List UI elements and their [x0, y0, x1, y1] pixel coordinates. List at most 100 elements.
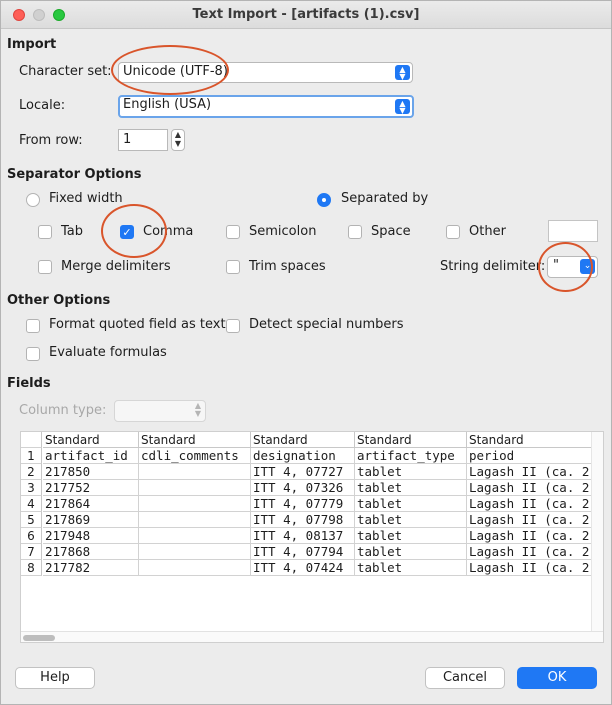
row-number: 7 [21, 544, 42, 560]
merge-delimiters-label: Merge delimiters [61, 259, 171, 274]
data-preview-grid[interactable]: Standard Standard Standard Standard Standard… [20, 431, 604, 643]
locale-select[interactable]: English (USA) ▲ ▼ [118, 95, 414, 118]
detect-special-checkbox[interactable] [226, 319, 240, 333]
chevron-down-icon: ⌄ [580, 259, 595, 274]
table-cell: 217850 [43, 464, 139, 480]
table-cell [139, 560, 251, 576]
horizontal-scroll-thumb[interactable] [23, 635, 55, 641]
row-number: 3 [21, 480, 42, 496]
comma-checkbox[interactable]: ✓ [120, 225, 134, 239]
tab-label: Tab [61, 224, 84, 239]
charset-label: Character set: [19, 64, 112, 79]
table-cell [139, 480, 251, 496]
table-cell: 217869 [43, 512, 139, 528]
column-header[interactable]: Standard [467, 432, 603, 448]
charset-select[interactable]: Unicode (UTF-8) ▲ ▼ [118, 62, 413, 83]
trim-spaces-checkbox[interactable] [226, 260, 240, 274]
other-separator-input[interactable] [548, 220, 598, 242]
format-quoted-checkbox[interactable] [26, 319, 40, 333]
table-cell [139, 528, 251, 544]
row-number: 6 [21, 528, 42, 544]
table-cell: period [467, 448, 603, 464]
column-header[interactable]: Standard [355, 432, 467, 448]
from-row-stepper[interactable]: ▲ ▼ [171, 129, 185, 151]
trim-spaces-label: Trim spaces [249, 259, 326, 274]
charset-dropdown-icon: ▲ ▼ [395, 65, 410, 81]
from-row-label: From row: [19, 133, 83, 148]
evaluate-formulas-label: Evaluate formulas [49, 345, 167, 360]
row-number: 1 [21, 448, 42, 464]
table-cell: ITT 4, 07779 [251, 496, 355, 512]
column-type-label: Column type: [19, 403, 107, 418]
table-cell [139, 544, 251, 560]
table-cell [139, 464, 251, 480]
fixed-width-label: Fixed width [49, 191, 123, 206]
column-header[interactable]: Standard [139, 432, 251, 448]
locale-label: Locale: [19, 98, 66, 113]
from-row-input[interactable]: 1 [118, 129, 168, 151]
table-cell: ITT 4, 07794 [251, 544, 355, 560]
grid-corner [21, 432, 42, 448]
cancel-button[interactable]: Cancel [425, 667, 505, 689]
checkmark-icon: ✓ [122, 226, 132, 239]
table-cell: cdli_comments [139, 448, 251, 464]
table-cell: ITT 4, 07798 [251, 512, 355, 528]
table-cell: Lagash II (ca. 2 [467, 480, 603, 496]
row-number: 5 [21, 512, 42, 528]
column-type-stepper-icon: ▲ ▼ [194, 401, 201, 418]
table-cell: Lagash II (ca. 2 [467, 560, 603, 576]
text-import-dialog: Text Import - [artifacts (1).csv] Import… [0, 0, 612, 705]
fields-heading: Fields [7, 376, 51, 391]
locale-value: English (USA) [123, 97, 212, 112]
semicolon-label: Semicolon [249, 224, 317, 239]
column-header[interactable]: Standard [251, 432, 355, 448]
title-bar: Text Import - [artifacts (1).csv] [1, 1, 611, 29]
table-cell: 217868 [43, 544, 139, 560]
table-cell: tablet [355, 544, 467, 560]
table-cell [139, 512, 251, 528]
table-cell: Lagash II (ca. 2 [467, 464, 603, 480]
other-options-heading: Other Options [7, 293, 111, 308]
table-cell: 217948 [43, 528, 139, 544]
string-delimiter-select[interactable]: " ⌄ [547, 256, 598, 278]
detect-special-label: Detect special numbers [249, 317, 404, 332]
table-cell: ITT 4, 08137 [251, 528, 355, 544]
table-cell: Lagash II (ca. 2 [467, 528, 603, 544]
string-delimiter-label: String delimiter: [440, 259, 546, 274]
row-number: 2 [21, 464, 42, 480]
separated-by-radio[interactable] [317, 193, 331, 207]
column-type-select[interactable]: ▲ ▼ [114, 400, 206, 422]
space-label: Space [371, 224, 411, 239]
evaluate-formulas-checkbox[interactable] [26, 347, 40, 361]
table-cell: 217752 [43, 480, 139, 496]
help-button[interactable]: Help [15, 667, 95, 689]
string-delimiter-value: " [553, 258, 559, 273]
comma-label: Comma [143, 224, 194, 239]
table-cell: tablet [355, 464, 467, 480]
locale-dropdown-icon: ▲ ▼ [395, 99, 410, 115]
tab-checkbox[interactable] [38, 225, 52, 239]
table-cell: ITT 4, 07326 [251, 480, 355, 496]
table-cell: artifact_type [355, 448, 467, 464]
table-cell: tablet [355, 560, 467, 576]
column-header[interactable]: Standard [43, 432, 139, 448]
separator-section-heading: Separator Options [7, 167, 142, 182]
ok-button[interactable]: OK [517, 667, 597, 689]
fixed-width-radio[interactable] [26, 193, 40, 207]
table-cell [139, 496, 251, 512]
import-section-heading: Import [7, 37, 57, 52]
vertical-scrollbar[interactable] [591, 432, 603, 631]
table-cell: Lagash II (ca. 2 [467, 496, 603, 512]
row-number: 4 [21, 496, 42, 512]
other-checkbox[interactable] [446, 225, 460, 239]
table-cell: tablet [355, 528, 467, 544]
format-quoted-label: Format quoted field as text [49, 317, 226, 332]
row-number: 8 [21, 560, 42, 576]
other-label: Other [469, 224, 506, 239]
table-cell: designation [251, 448, 355, 464]
table-cell: ITT 4, 07424 [251, 560, 355, 576]
merge-delimiters-checkbox[interactable] [38, 260, 52, 274]
semicolon-checkbox[interactable] [226, 225, 240, 239]
space-checkbox[interactable] [348, 225, 362, 239]
horizontal-scrollbar[interactable] [21, 631, 603, 642]
